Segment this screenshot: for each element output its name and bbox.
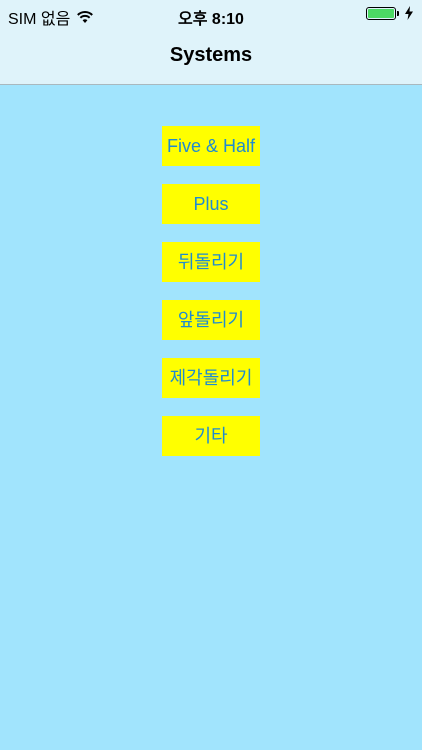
status-right <box>366 6 414 20</box>
back-rotation-button[interactable]: 뒤돌리기 <box>162 242 260 282</box>
plus-button[interactable]: Plus <box>162 184 260 224</box>
navigation-bar: Systems <box>0 28 422 85</box>
battery-fill <box>368 8 394 18</box>
page-title: Systems <box>169 44 253 66</box>
other-button[interactable]: 기타 <box>162 416 260 456</box>
five-and-half-button[interactable]: Five & Half <box>162 126 260 166</box>
battery-icon <box>366 6 399 20</box>
status-bar: SIM 없음 오후 8:10 <box>0 0 422 28</box>
front-rotation-button[interactable]: 앞돌리기 <box>162 300 260 340</box>
in-place-rotation-button[interactable]: 제각돌리기 <box>162 358 260 398</box>
status-time: 오후 8:10 <box>178 11 244 28</box>
charging-bolt-icon <box>404 6 414 20</box>
systems-menu: Five & Half Plus 뒤돌리기 앞돌리기 제각돌리기 기타 <box>162 126 260 474</box>
